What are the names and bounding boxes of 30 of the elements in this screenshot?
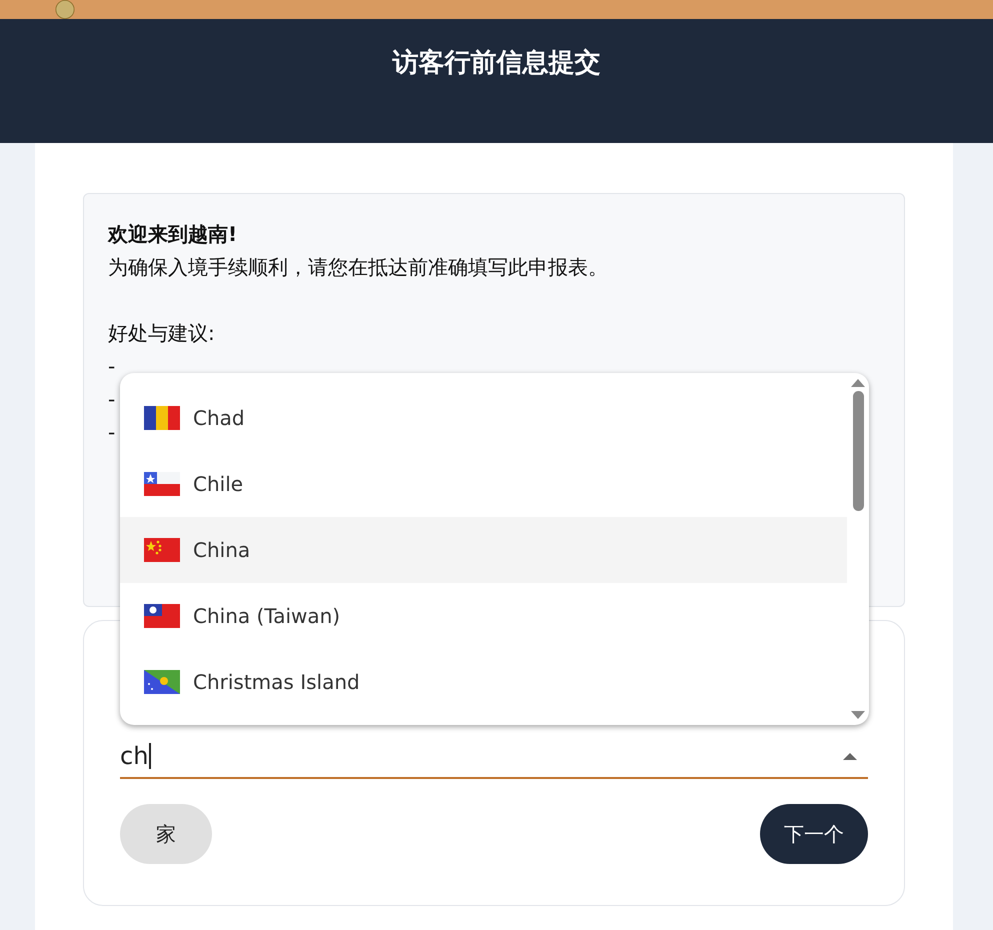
country-name: China (Taiwan) xyxy=(193,604,340,628)
flag-icon xyxy=(144,472,180,496)
caret-icon[interactable] xyxy=(842,751,858,761)
info-text: 为确保入境手续顺利，请您在抵达前准确填写此申报表。 xyxy=(108,254,608,281)
country-name: Chile xyxy=(193,472,244,496)
text-cursor xyxy=(149,743,152,769)
country-option[interactable]: Chad xyxy=(120,385,847,451)
info-text: - xyxy=(108,419,116,446)
page-title: 访客行前信息提交 xyxy=(392,47,600,80)
country-name: China xyxy=(193,538,250,562)
country-option[interactable]: Christmas Island xyxy=(120,649,847,715)
nationality-field[interactable]: ch xyxy=(120,735,868,779)
next-button[interactable]: 下一个 xyxy=(760,804,868,864)
welcome-heading: 欢迎来到越南! xyxy=(108,221,238,248)
scrollbar-thumb[interactable] xyxy=(852,391,864,511)
country-option[interactable]: China (Taiwan) xyxy=(120,583,847,649)
scroll-down-icon[interactable] xyxy=(851,711,865,719)
info-text: 好处与建议: xyxy=(108,320,215,347)
flag-icon xyxy=(144,538,180,562)
flag-icon xyxy=(144,670,180,694)
flag-icon xyxy=(144,604,180,628)
info-text: - xyxy=(108,386,116,413)
country-option[interactable]: Chile xyxy=(120,451,847,517)
home-button[interactable]: 家 xyxy=(120,804,212,864)
country-name: Chad xyxy=(193,406,245,430)
flag-icon xyxy=(144,406,180,430)
country-name: Christmas Island xyxy=(193,670,360,694)
info-text: - xyxy=(108,353,116,380)
country-option[interactable]: China xyxy=(120,517,847,583)
scroll-up-icon[interactable] xyxy=(851,379,865,387)
